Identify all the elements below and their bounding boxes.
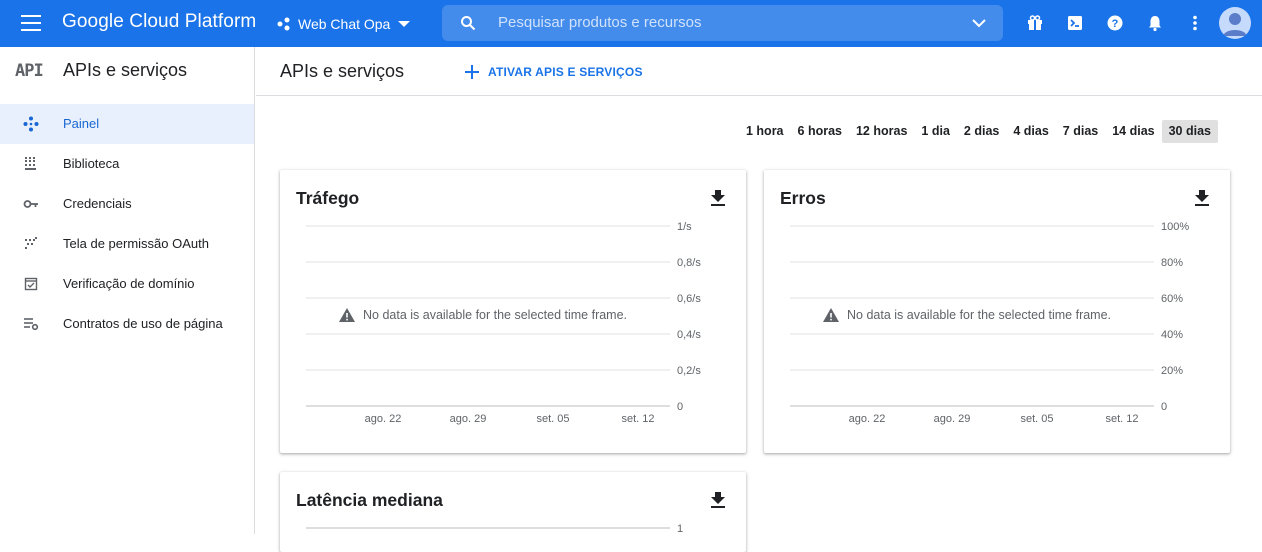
sidebar-item-label: Verificação de domínio bbox=[63, 276, 195, 291]
sidebar-item-contratos[interactable]: Contratos de uso de página bbox=[0, 304, 254, 344]
project-icon bbox=[277, 17, 290, 31]
project-selector[interactable]: Web Chat Opa bbox=[276, 13, 411, 35]
project-name: Web Chat Opa bbox=[298, 16, 391, 32]
main-menu-button[interactable] bbox=[21, 15, 41, 31]
user-icon bbox=[1219, 7, 1251, 39]
search-bar[interactable]: Pesquisar produtos e recursos bbox=[442, 5, 1003, 41]
time-range-12h[interactable]: 12 horas bbox=[849, 120, 914, 143]
latency-chart: 1 bbox=[306, 523, 683, 535]
account-avatar[interactable] bbox=[1219, 7, 1251, 39]
dashboard-icon bbox=[23, 116, 39, 132]
time-range-7d[interactable]: 7 dias bbox=[1056, 120, 1105, 143]
top-app-bar: Google Cloud Platform Web Chat Opa Pesqu… bbox=[0, 0, 1262, 47]
x-tick-label: set. 12 bbox=[621, 413, 654, 425]
page-header: APIs e serviços ATIVAR APIS E SERVIÇOS bbox=[256, 47, 1262, 96]
sidebar-item-label: Biblioteca bbox=[63, 156, 120, 171]
y-tick-label: 100% bbox=[1161, 221, 1189, 233]
expand-search-icon[interactable] bbox=[972, 18, 986, 28]
app-title[interactable]: Google Cloud Platform bbox=[62, 11, 256, 33]
y-tick-label: 0 bbox=[677, 401, 683, 413]
sidebar-item-biblioteca[interactable]: Biblioteca bbox=[0, 144, 254, 184]
search-icon bbox=[461, 16, 476, 31]
y-tick-label: 1 bbox=[677, 523, 683, 535]
sidebar-item-painel[interactable]: Painel bbox=[0, 104, 254, 144]
x-tick-label: set. 05 bbox=[1020, 413, 1053, 425]
sidebar-item-label: Tela de permissão OAuth bbox=[63, 236, 209, 251]
enable-apis-button[interactable]: ATIVAR APIS E SERVIÇOS bbox=[465, 61, 643, 83]
more-options-icon[interactable] bbox=[1185, 13, 1205, 33]
page-title: APIs e serviços bbox=[280, 61, 405, 81]
plus-icon bbox=[465, 65, 479, 79]
oauth-consent-icon bbox=[25, 237, 37, 249]
api-logo-icon: API bbox=[15, 61, 44, 81]
time-range-30d[interactable]: 30 dias bbox=[1161, 120, 1218, 143]
x-tick-label: ago. 22 bbox=[365, 413, 402, 425]
y-tick-label: 0,6/s bbox=[677, 293, 701, 305]
time-range-selector: 1 hora 6 horas 12 horas 1 dia 2 dias 4 d… bbox=[739, 120, 1218, 143]
time-range-1d[interactable]: 1 dia bbox=[914, 120, 957, 143]
time-range-2d[interactable]: 2 dias bbox=[957, 120, 1006, 143]
sidebar: API APIs e serviços Painel Biblioteca Cr… bbox=[0, 47, 255, 534]
sidebar-item-label: Painel bbox=[63, 116, 100, 131]
y-tick-label: 0,8/s bbox=[677, 257, 701, 269]
warning-icon bbox=[339, 308, 355, 322]
traffic-card: Tráfego 1/s 0,8/s 0,6/s 0,4/s 0,2/s 0 ago. 22 a… bbox=[280, 170, 746, 453]
errors-card: Erros 100% 80% 60% 40% 20% 0 ago. 22 ago. 29 set… bbox=[764, 170, 1230, 453]
sidebar-header: API APIs e serviços bbox=[0, 47, 254, 96]
y-tick-label: 40% bbox=[1161, 329, 1183, 341]
y-tick-label: 0,4/s bbox=[677, 329, 701, 341]
x-tick-label: set. 12 bbox=[1105, 413, 1138, 425]
y-tick-label: 60% bbox=[1161, 293, 1183, 305]
sidebar-item-verificacao[interactable]: Verificação de domínio bbox=[0, 264, 254, 304]
y-tick-label: 1/s bbox=[677, 221, 692, 233]
time-range-1h[interactable]: 1 hora bbox=[739, 120, 791, 143]
time-range-6h[interactable]: 6 horas bbox=[791, 120, 849, 143]
sidebar-item-oauth[interactable]: Tela de permissão OAuth bbox=[0, 224, 254, 264]
warning-icon bbox=[823, 308, 839, 322]
time-range-14d[interactable]: 14 dias bbox=[1105, 120, 1161, 143]
sidebar-title: APIs e serviços bbox=[63, 60, 188, 80]
y-tick-label: 0,2/s bbox=[677, 365, 701, 377]
key-icon bbox=[23, 200, 38, 208]
sidebar-item-label: Contratos de uso de página bbox=[63, 316, 223, 331]
domain-verification-icon bbox=[24, 277, 38, 291]
sidebar-item-credenciais[interactable]: Credenciais bbox=[0, 184, 254, 224]
notifications-icon[interactable] bbox=[1145, 13, 1165, 33]
latency-card: Latência mediana 1 bbox=[280, 472, 746, 552]
svg-text:?: ? bbox=[1112, 18, 1119, 30]
x-tick-label: ago. 22 bbox=[849, 413, 886, 425]
x-tick-label: set. 05 bbox=[536, 413, 569, 425]
no-data-message: No data is available for the selected ti… bbox=[363, 308, 628, 322]
y-tick-label: 0 bbox=[1161, 401, 1167, 413]
y-tick-label: 20% bbox=[1161, 365, 1183, 377]
search-input[interactable]: Pesquisar produtos e recursos bbox=[498, 14, 701, 31]
y-tick-label: 80% bbox=[1161, 257, 1183, 269]
help-icon[interactable]: ? bbox=[1105, 13, 1125, 33]
enable-apis-label: ATIVAR APIS E SERVIÇOS bbox=[488, 65, 643, 79]
time-range-4d[interactable]: 4 dias bbox=[1006, 120, 1055, 143]
chevron-down-icon bbox=[398, 21, 411, 27]
x-tick-label: ago. 29 bbox=[934, 413, 971, 425]
cloud-shell-icon[interactable] bbox=[1065, 13, 1085, 33]
library-icon bbox=[25, 157, 36, 170]
no-data-notice: No data is available for the selected ti… bbox=[339, 308, 627, 322]
gift-icon[interactable] bbox=[1025, 13, 1045, 33]
page-usage-agreements-icon bbox=[24, 318, 39, 331]
sidebar-item-label: Credenciais bbox=[63, 196, 132, 211]
x-tick-label: ago. 29 bbox=[450, 413, 487, 425]
no-data-notice: No data is available for the selected ti… bbox=[823, 308, 1111, 322]
no-data-message: No data is available for the selected ti… bbox=[847, 308, 1112, 322]
